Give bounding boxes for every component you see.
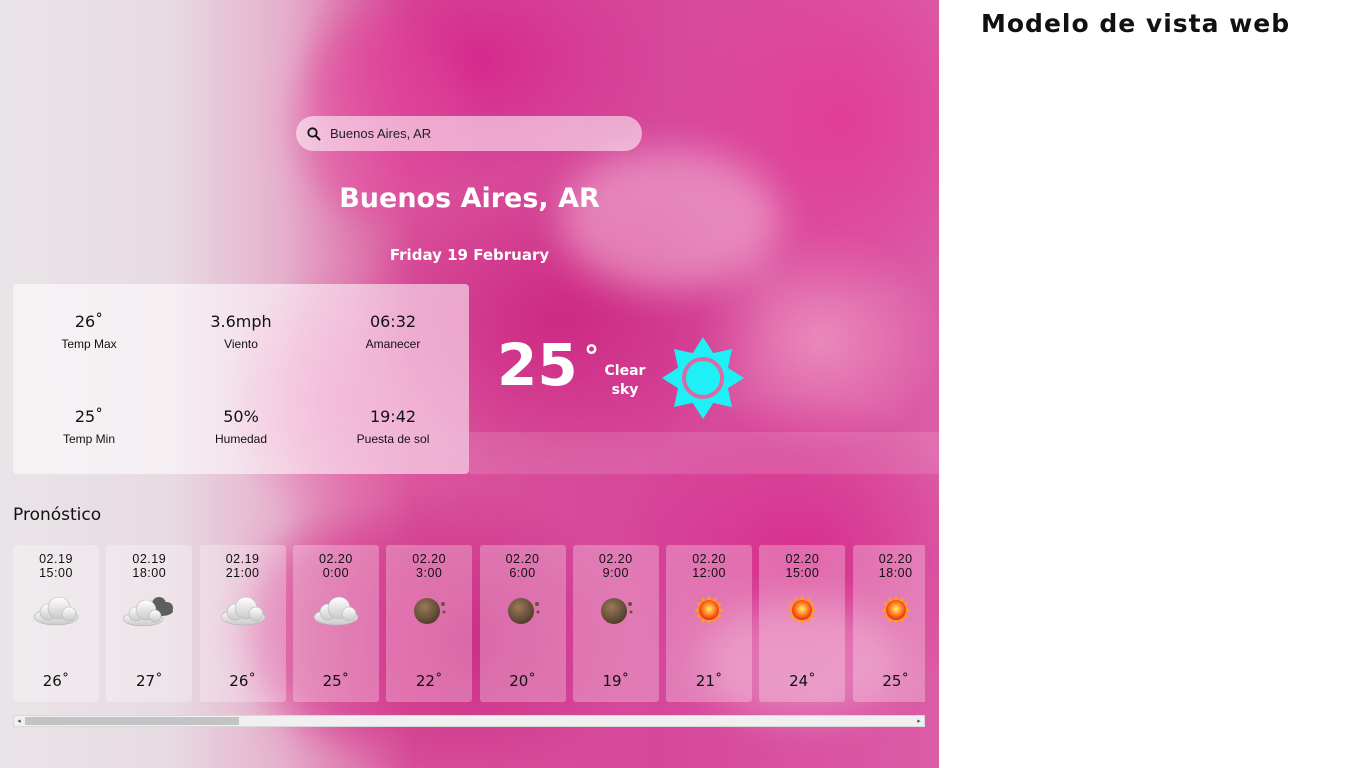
forecast-card[interactable]: 02.20 3:00 22˚ bbox=[386, 545, 473, 702]
cloud-icon bbox=[220, 596, 265, 626]
stat-temp-max: 26˚ Temp Max bbox=[13, 284, 165, 379]
forecast-date: 02.20 bbox=[785, 552, 820, 566]
stat-humidity: 50% Humedad bbox=[165, 379, 317, 474]
forecast-title: Pronóstico bbox=[13, 505, 102, 525]
forecast-card[interactable]: 02.20 18:00 25˚ bbox=[852, 545, 925, 702]
forecast-card[interactable]: 02.20 9:00 19˚ bbox=[572, 545, 659, 702]
current-date: Friday 19 February bbox=[389, 246, 550, 264]
forecast-card[interactable]: 02.19 18:00 27˚ bbox=[106, 545, 193, 702]
stat-value: 3.6mph bbox=[210, 312, 272, 331]
search-icon[interactable] bbox=[306, 126, 322, 142]
stat-value: 19:42 bbox=[369, 407, 417, 426]
forecast-strip[interactable]: 02.19 15:00 26˚ 02.19 18:00 27˚ 02.19 21… bbox=[13, 545, 925, 702]
forecast-card[interactable]: 02.19 21:00 26˚ bbox=[199, 545, 286, 702]
degree-symbol: ° bbox=[584, 340, 599, 375]
stat-label: Puesta de sol bbox=[356, 432, 430, 446]
forecast-time: 18:00 bbox=[878, 566, 913, 580]
forecast-temp: 25˚ bbox=[882, 672, 909, 690]
forecast-card[interactable]: 02.20 15:00 24˚ bbox=[759, 545, 846, 702]
scroll-left-arrow-icon[interactable]: ◂ bbox=[14, 716, 24, 726]
stat-temp-min: 25˚ Temp Min bbox=[13, 379, 165, 474]
forecast-card[interactable]: 02.19 15:00 26˚ bbox=[13, 545, 99, 702]
cloud-icon bbox=[33, 596, 79, 626]
search-input[interactable] bbox=[330, 126, 630, 141]
forecast-card[interactable]: 02.20 0:00 25˚ bbox=[292, 545, 379, 702]
forecast-temp: 24˚ bbox=[789, 672, 816, 690]
weather-details-card: 26˚ Temp Max 3.6mph Viento 06:32 Amanece… bbox=[13, 284, 469, 474]
forecast-date: 02.20 bbox=[598, 552, 633, 566]
forecast-date: 02.19 bbox=[225, 552, 260, 566]
forecast-date: 02.20 bbox=[505, 552, 540, 566]
forecast-temp: 25˚ bbox=[322, 672, 350, 690]
forecast-temp: 20˚ bbox=[509, 672, 536, 690]
forecast-temp: 21˚ bbox=[695, 672, 723, 690]
forecast-time: 9:00 bbox=[602, 566, 629, 580]
scroll-right-arrow-icon[interactable]: ▸ bbox=[914, 716, 924, 726]
forecast-time: 15:00 bbox=[39, 566, 73, 580]
sun-icon bbox=[787, 595, 818, 625]
stat-label: Amanecer bbox=[365, 337, 421, 351]
forecast-temp: 22˚ bbox=[415, 672, 443, 690]
stat-sunrise: 06:32 Amanecer bbox=[317, 284, 469, 379]
forecast-temp: 27˚ bbox=[136, 672, 163, 690]
forecast-card[interactable]: 02.20 6:00 20˚ bbox=[479, 545, 566, 702]
scrollbar-thumb[interactable] bbox=[25, 717, 239, 725]
stat-label: Temp Min bbox=[62, 432, 115, 446]
stat-value: 06:32 bbox=[369, 312, 417, 331]
forecast-date: 02.20 bbox=[878, 552, 913, 566]
forecast-scrollbar[interactable]: ◂ ▸ bbox=[13, 715, 925, 727]
stat-sunset: 19:42 Puesta de sol bbox=[317, 379, 469, 474]
translucent-band bbox=[469, 432, 939, 474]
moon-icon bbox=[600, 598, 633, 624]
sun-icon bbox=[880, 595, 911, 625]
forecast-time: 21:00 bbox=[225, 566, 260, 580]
cloud-icon bbox=[313, 596, 359, 626]
search-bar[interactable] bbox=[296, 116, 642, 151]
sun-icon bbox=[694, 595, 725, 625]
forecast-date: 02.20 bbox=[319, 552, 353, 566]
moon-icon bbox=[414, 598, 446, 624]
forecast-date: 02.20 bbox=[412, 552, 447, 566]
partly-cloudy-icon bbox=[122, 597, 174, 627]
current-temperature: 25 bbox=[497, 331, 578, 399]
forecast-date: 02.20 bbox=[692, 552, 726, 566]
current-condition: Clear sky bbox=[604, 363, 646, 398]
moon-icon bbox=[507, 598, 539, 624]
stat-value: 50% bbox=[223, 407, 259, 426]
forecast-time: 3:00 bbox=[416, 566, 443, 580]
stat-wind: 3.6mph Viento bbox=[165, 284, 317, 379]
forecast-time: 6:00 bbox=[509, 566, 536, 580]
sun-icon bbox=[662, 337, 744, 419]
stat-value: 26˚ bbox=[74, 312, 104, 331]
forecast-card[interactable]: 02.20 12:00 21˚ bbox=[666, 545, 753, 702]
page-caption: Modelo de vista web bbox=[981, 9, 1291, 38]
forecast-temp: 19˚ bbox=[602, 672, 630, 690]
forecast-temp: 26˚ bbox=[42, 672, 70, 690]
forecast-temp: 26˚ bbox=[229, 672, 256, 690]
stat-label: Humedad bbox=[214, 432, 268, 446]
stat-label: Viento bbox=[224, 337, 258, 351]
forecast-time: 0:00 bbox=[322, 566, 350, 580]
stat-value: 25˚ bbox=[74, 407, 104, 426]
forecast-time: 18:00 bbox=[132, 566, 167, 580]
forecast-time: 15:00 bbox=[785, 566, 820, 580]
stat-label: Temp Max bbox=[61, 337, 117, 351]
forecast-date: 02.19 bbox=[39, 552, 73, 566]
forecast-date: 02.19 bbox=[132, 552, 167, 566]
forecast-time: 12:00 bbox=[692, 566, 726, 580]
city-name: Buenos Aires, AR bbox=[339, 183, 600, 214]
